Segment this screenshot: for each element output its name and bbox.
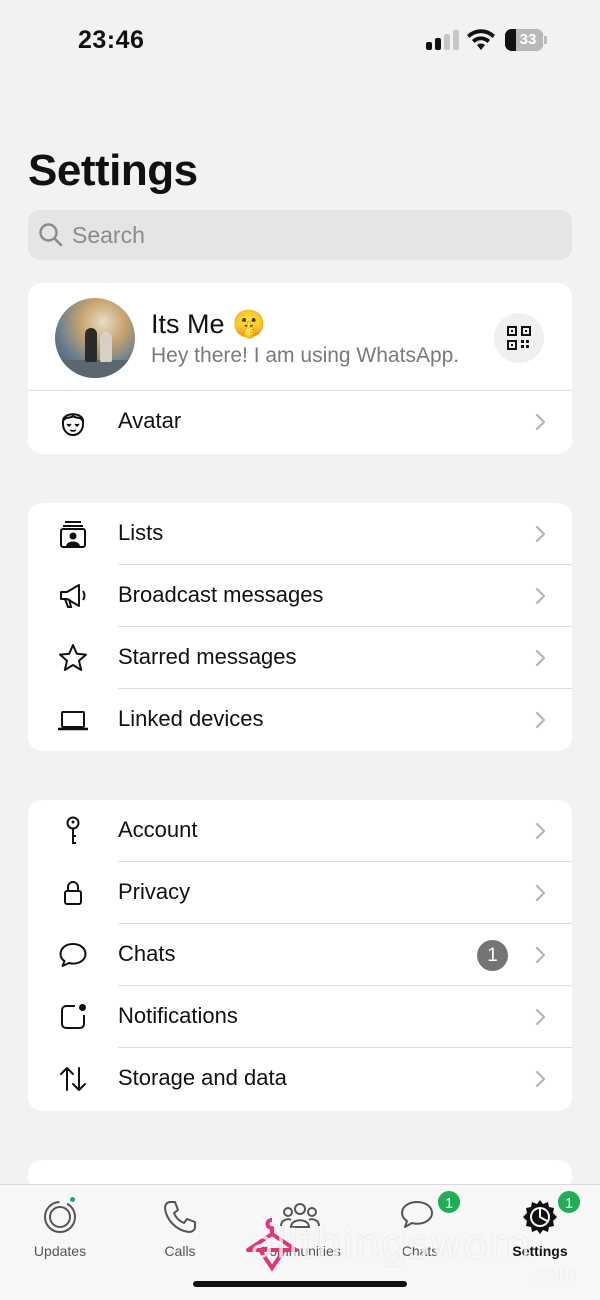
chevron-right-icon (535, 1008, 546, 1026)
chevron-right-icon (535, 884, 546, 902)
row-label-avatar: Avatar (118, 408, 182, 433)
battery-level: 33 (519, 31, 537, 48)
row-label-linked-devices: Linked devices (118, 706, 264, 731)
tab-label-calls: Calls (164, 1243, 196, 1259)
settings-row-avatar[interactable]: Avatar (28, 391, 572, 453)
row-label-notifications: Notifications (118, 1003, 238, 1028)
unread-count-badge: 1 (477, 940, 508, 971)
chats-tab-badge: 1 (436, 1189, 462, 1215)
profile-row[interactable]: Its Me 🤫 Hey there! I am using WhatsApp. (28, 283, 572, 391)
cellular-signal-icon (426, 30, 460, 50)
chevron-right-icon (535, 1070, 546, 1088)
avatar-face-icon (62, 413, 84, 437)
chevron-right-icon (535, 413, 546, 431)
home-indicator[interactable] (193, 1281, 407, 1287)
settings-group-account: Account Privacy Chats 1 Notifications St… (28, 800, 572, 1111)
settings-row-privacy[interactable]: Privacy (28, 862, 572, 924)
settings-row-lists[interactable]: Lists (28, 503, 572, 565)
tab-calls[interactable]: Calls (120, 1193, 240, 1263)
search-bar[interactable] (28, 210, 572, 260)
qr-code-button[interactable] (494, 313, 544, 363)
row-label-storage: Storage and data (118, 1065, 287, 1090)
lists-icon (60, 521, 86, 548)
battery-cap (544, 36, 547, 44)
settings-row-chats[interactable]: Chats 1 (28, 924, 572, 986)
search-input[interactable] (72, 210, 552, 260)
chevron-right-icon (535, 587, 546, 605)
row-label-privacy: Privacy (118, 879, 191, 904)
phone-icon (164, 1201, 196, 1233)
settings-row-broadcast[interactable]: Broadcast messages (28, 565, 572, 627)
settings-row-storage[interactable]: Storage and data (28, 1048, 572, 1110)
watermark-domain: .com (532, 1262, 576, 1284)
lock-icon (64, 881, 82, 905)
updates-dot (68, 1195, 77, 1204)
search-icon (39, 223, 63, 247)
chat-bubble-icon (59, 943, 87, 967)
profile-name: Its Me 🤫 (151, 309, 266, 339)
megaphone-icon (60, 584, 86, 608)
row-label-account: Account (118, 817, 198, 842)
notification-icon (61, 1004, 86, 1029)
status-bar: 23:46 33 (0, 0, 600, 80)
row-label-broadcast: Broadcast messages (118, 582, 324, 607)
page-title: Settings (28, 146, 198, 195)
up-down-arrows-icon (60, 1067, 86, 1091)
settings-row-notifications[interactable]: Notifications (28, 986, 572, 1048)
profile-card: Its Me 🤫 Hey there! I am using WhatsApp. (28, 283, 572, 454)
settings-row-linked-devices[interactable]: Linked devices (28, 689, 572, 751)
profile-avatar[interactable] (55, 298, 135, 378)
chevron-right-icon (535, 525, 546, 543)
row-label-starred: Starred messages (118, 644, 297, 669)
profile-status: Hey there! I am using WhatsApp. (151, 344, 460, 367)
chevron-right-icon (535, 946, 546, 964)
settings-tab-badge: 1 (556, 1189, 582, 1215)
chevron-right-icon (535, 822, 546, 840)
row-label-lists: Lists (118, 520, 164, 545)
settings-row-starred[interactable]: Starred messages (28, 627, 572, 689)
watermark-text: allthingsworn (250, 1222, 532, 1268)
chevron-right-icon (535, 711, 546, 729)
battery-icon: 33 (505, 29, 543, 51)
status-time: 23:46 (78, 26, 145, 54)
settings-group-tools: Lists Broadcast messages Starred message… (28, 503, 572, 751)
qr-code-icon (507, 326, 531, 350)
chevron-right-icon (535, 649, 546, 667)
tab-updates[interactable]: Updates (0, 1193, 120, 1263)
settings-row-account[interactable]: Account (28, 800, 572, 862)
tab-label-updates: Updates (33, 1243, 87, 1259)
row-label-chats: Chats (118, 941, 176, 966)
key-icon (66, 816, 80, 844)
star-icon (59, 644, 87, 671)
laptop-icon (58, 711, 88, 731)
wifi-icon (467, 29, 495, 50)
